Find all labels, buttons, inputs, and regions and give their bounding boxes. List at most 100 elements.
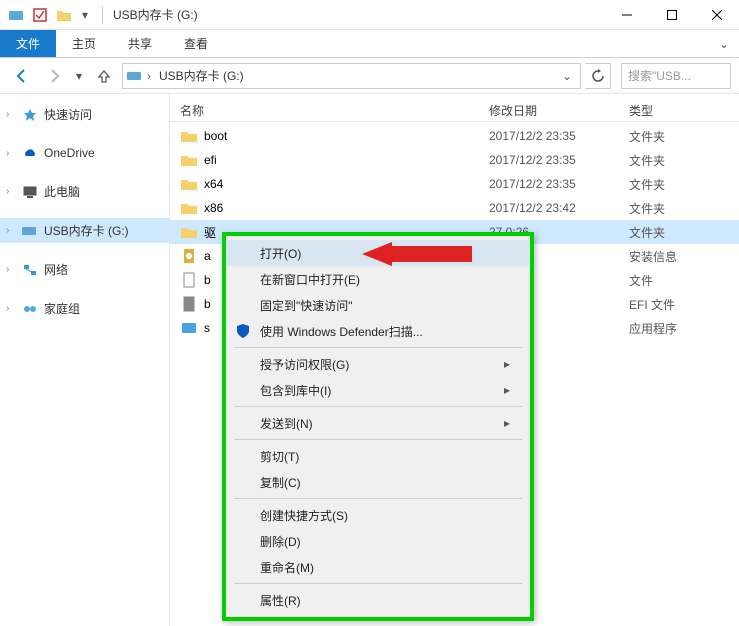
- window-title: USB内存卡 (G:): [107, 6, 604, 23]
- file-row[interactable]: boot2017/12/2 23:35文件夹: [170, 124, 739, 148]
- column-header-date[interactable]: 修改日期: [489, 102, 629, 119]
- ctx-label: 固定到"快速访问": [260, 297, 353, 314]
- tab-view[interactable]: 查看: [168, 30, 224, 57]
- sidebar-item-usb-drive[interactable]: › USB内存卡 (G:): [0, 218, 169, 243]
- ctx-defender-scan[interactable]: 使用 Windows Defender扫描...: [226, 318, 530, 344]
- inf-icon: [180, 247, 198, 265]
- ctx-cut[interactable]: 剪切(T): [226, 443, 530, 469]
- sidebar-item-network[interactable]: › 网络: [0, 257, 169, 282]
- back-button[interactable]: [8, 63, 36, 89]
- ctx-include-library[interactable]: 包含到库中(I) ▸: [226, 377, 530, 403]
- close-button[interactable]: [694, 0, 739, 30]
- submenu-arrow-icon: ▸: [504, 383, 510, 397]
- folder-icon: [180, 175, 198, 193]
- search-input[interactable]: 搜索"USB...: [621, 63, 731, 89]
- title-bar: ▾ USB内存卡 (G:): [0, 0, 739, 30]
- search-placeholder: 搜索"USB...: [628, 67, 691, 84]
- navigation-pane: › 快速访问 › OneDrive › 此电脑 › USB内存卡 (G:) › …: [0, 94, 170, 626]
- address-bar[interactable]: › USB内存卡 (G:) ⌄: [122, 63, 581, 89]
- file-date: 2017/12/2 23:35: [489, 153, 629, 167]
- breadcrumb[interactable]: USB内存卡 (G:): [155, 67, 248, 84]
- usb-drive-icon: [22, 223, 38, 239]
- tab-home[interactable]: 主页: [56, 30, 112, 57]
- ctx-properties[interactable]: 属性(R): [226, 587, 530, 613]
- chevron-right-icon[interactable]: ›: [6, 303, 16, 314]
- tab-file[interactable]: 文件: [0, 30, 56, 57]
- ribbon-expand-icon[interactable]: ⌄: [709, 30, 739, 57]
- file-type: 文件夹: [629, 176, 729, 193]
- context-menu-separator: [234, 439, 522, 440]
- ctx-pin-quick-access[interactable]: 固定到"快速访问": [226, 292, 530, 318]
- context-menu-highlight: 打开(O) 在新窗口中打开(E) 固定到"快速访问" 使用 Windows De…: [222, 232, 534, 621]
- maximize-button[interactable]: [649, 0, 694, 30]
- ctx-rename[interactable]: 重命名(M): [226, 554, 530, 580]
- ctx-create-shortcut[interactable]: 创建快捷方式(S): [226, 502, 530, 528]
- sidebar-label: 网络: [44, 261, 68, 278]
- file-icon: [180, 271, 198, 289]
- sidebar-item-quick-access[interactable]: › 快速访问: [0, 102, 169, 127]
- folder-icon: [180, 223, 198, 241]
- properties-qat-icon[interactable]: [30, 5, 50, 25]
- context-menu-separator: [234, 498, 522, 499]
- network-icon: [22, 262, 38, 278]
- ctx-label: 剪切(T): [260, 448, 299, 465]
- sidebar-item-onedrive[interactable]: › OneDrive: [0, 141, 169, 165]
- sidebar-label: USB内存卡 (G:): [44, 222, 129, 239]
- ctx-label: 重命名(M): [260, 559, 314, 576]
- ctx-label: 包含到库中(I): [260, 382, 331, 399]
- navigation-bar: ▾ › USB内存卡 (G:) ⌄ 搜索"USB...: [0, 58, 739, 94]
- ctx-send-to[interactable]: 发送到(N) ▸: [226, 410, 530, 436]
- star-icon: [22, 107, 38, 123]
- column-header-name[interactable]: 名称: [180, 102, 489, 119]
- file-date: 2017/12/2 23:35: [489, 129, 629, 143]
- qat-dropdown-icon[interactable]: ▾: [78, 5, 92, 25]
- forward-button[interactable]: [40, 63, 68, 89]
- chevron-right-icon[interactable]: ›: [6, 225, 16, 236]
- file-type: 文件: [629, 272, 729, 289]
- ctx-label: 打开(O): [260, 245, 301, 262]
- quick-access-toolbar: ▾: [0, 5, 98, 25]
- chevron-right-icon[interactable]: ›: [6, 148, 16, 159]
- address-dropdown-icon[interactable]: ⌄: [558, 69, 576, 83]
- sidebar-label: OneDrive: [44, 146, 95, 160]
- ctx-label: 删除(D): [260, 533, 301, 550]
- ctx-open[interactable]: 打开(O): [226, 240, 530, 266]
- minimize-button[interactable]: [604, 0, 649, 30]
- file-name: s: [204, 321, 210, 335]
- separator: [102, 6, 103, 24]
- tab-share[interactable]: 共享: [112, 30, 168, 57]
- efi-icon: [180, 295, 198, 313]
- refresh-button[interactable]: [585, 63, 611, 89]
- history-dropdown-icon[interactable]: ▾: [72, 69, 86, 83]
- submenu-arrow-icon: ▸: [504, 416, 510, 430]
- file-type: 文件夹: [629, 224, 729, 241]
- file-date: 2017/12/2 23:35: [489, 177, 629, 191]
- usb-drive-icon: [127, 68, 143, 84]
- context-menu: 打开(O) 在新窗口中打开(E) 固定到"快速访问" 使用 Windows De…: [226, 236, 530, 617]
- explorer-icon: [6, 5, 26, 25]
- folder-icon: [180, 199, 198, 217]
- up-button[interactable]: [90, 63, 118, 89]
- chevron-right-icon[interactable]: ›: [6, 186, 16, 197]
- sidebar-item-homegroup[interactable]: › 家庭组: [0, 296, 169, 321]
- context-menu-separator: [234, 347, 522, 348]
- file-row[interactable]: x642017/12/2 23:35文件夹: [170, 172, 739, 196]
- column-header-type[interactable]: 类型: [629, 102, 729, 119]
- ctx-open-new-window[interactable]: 在新窗口中打开(E): [226, 266, 530, 292]
- window-controls: [604, 0, 739, 30]
- chevron-right-icon[interactable]: ›: [6, 109, 16, 120]
- file-name: 驱: [204, 224, 216, 241]
- file-type: 应用程序: [629, 320, 729, 337]
- chevron-right-icon[interactable]: ›: [6, 264, 16, 275]
- sidebar-item-this-pc[interactable]: › 此电脑: [0, 179, 169, 204]
- exe-icon: [180, 319, 198, 337]
- ctx-delete[interactable]: 删除(D): [226, 528, 530, 554]
- file-row[interactable]: efi2017/12/2 23:35文件夹: [170, 148, 739, 172]
- ctx-label: 使用 Windows Defender扫描...: [260, 323, 423, 340]
- ctx-grant-access[interactable]: 授予访问权限(G)▸: [226, 351, 530, 377]
- chevron-right-icon[interactable]: ›: [147, 69, 151, 83]
- ctx-copy[interactable]: 复制(C): [226, 469, 530, 495]
- file-row[interactable]: x862017/12/2 23:42文件夹: [170, 196, 739, 220]
- new-folder-qat-icon[interactable]: [54, 5, 74, 25]
- ctx-label: 发送到(N): [260, 415, 313, 432]
